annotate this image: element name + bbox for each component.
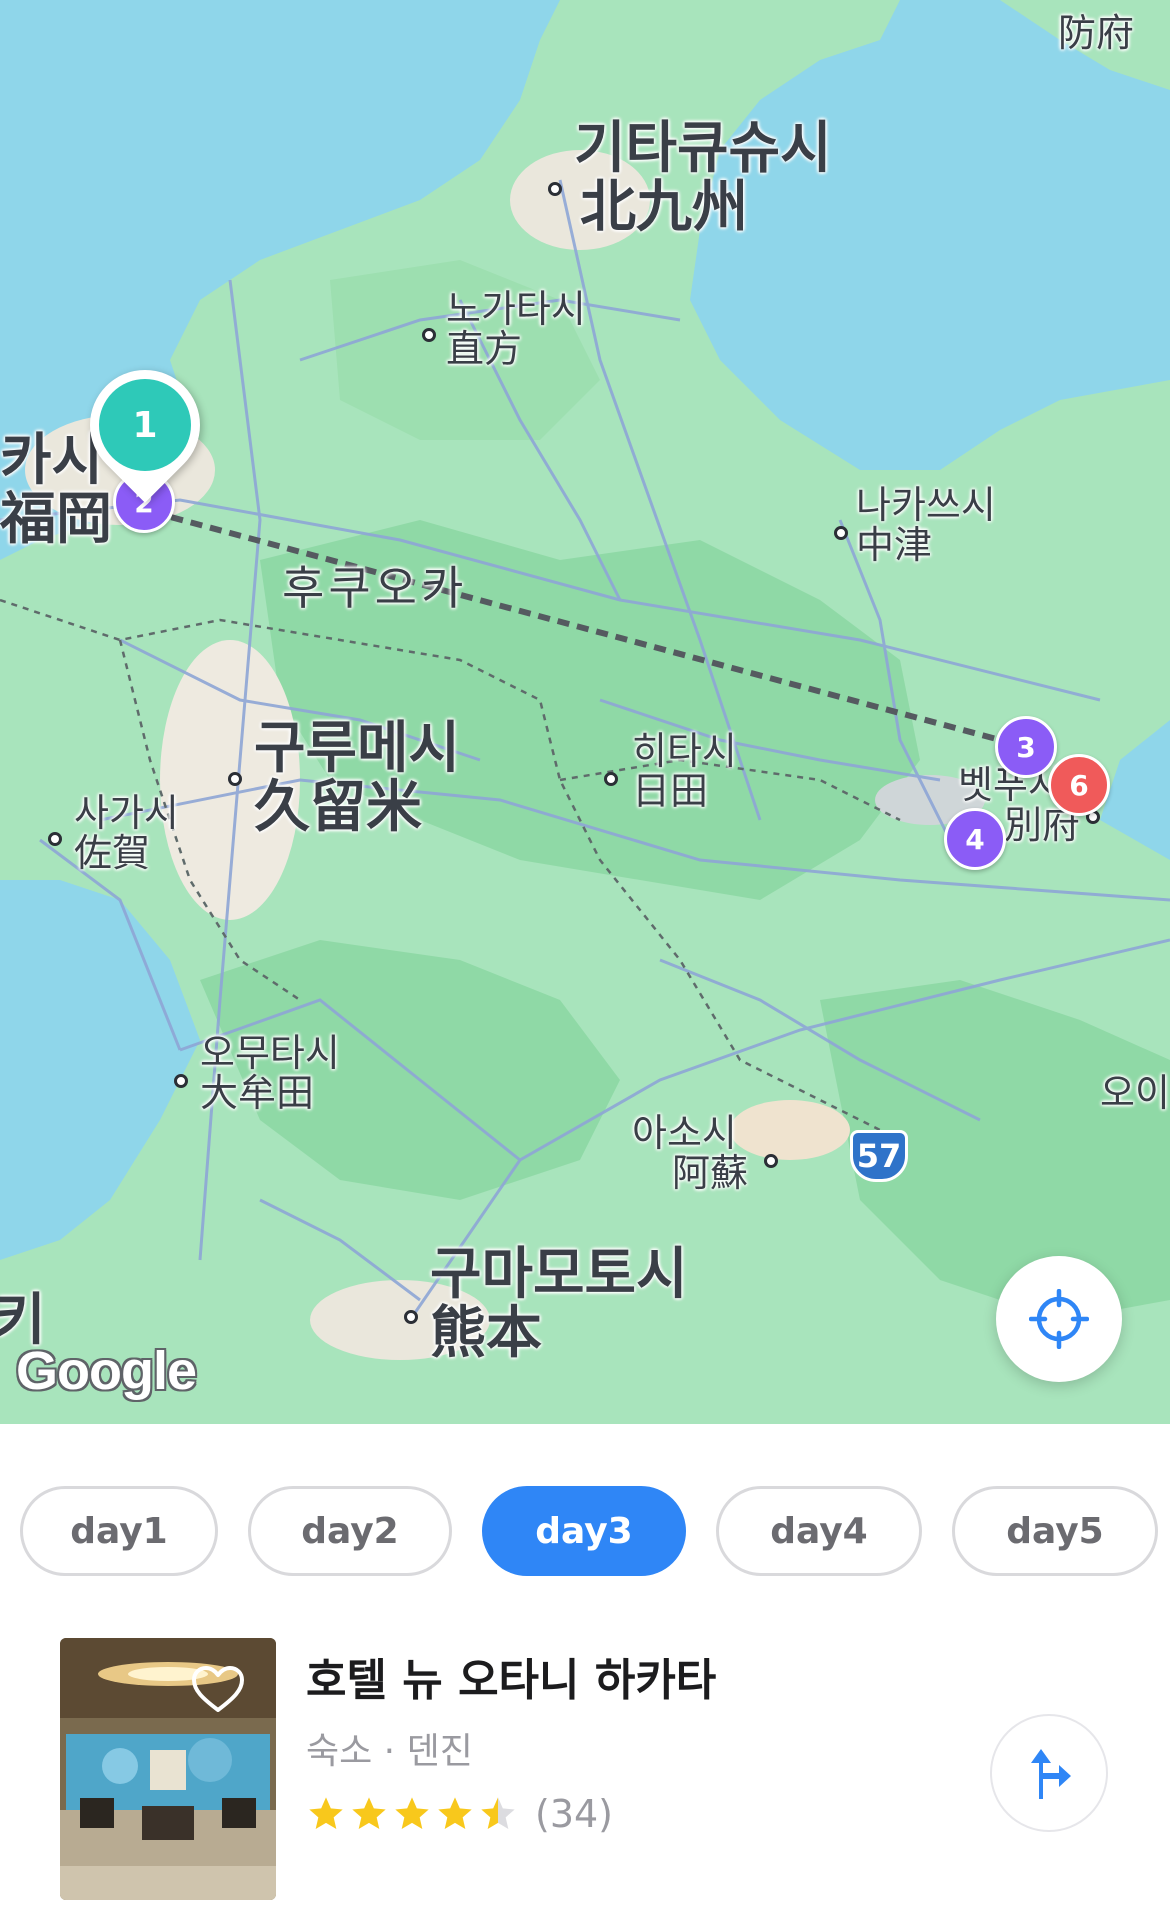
place-name[interactable]: 호텔 뉴 오타니 하카타: [306, 1644, 716, 1708]
place-thumbnail[interactable]: [60, 1638, 276, 1900]
city-dot-kitakyushu: [548, 182, 562, 196]
marker-label: 6: [1069, 768, 1089, 802]
tab-day3[interactable]: day3: [482, 1486, 686, 1576]
route-57-label: 57: [856, 1137, 902, 1175]
city-label-nogata: 노가타시 直方: [446, 287, 586, 371]
city-label-saga: 사가시 佐賀: [74, 791, 179, 875]
tab-label: day4: [770, 1510, 868, 1552]
marker-label: 1: [132, 404, 158, 446]
place-card[interactable]: 호텔 뉴 오타니 하카타 숙소 · 덴진 (34): [0, 1584, 1170, 1928]
crosshair-icon: [1029, 1289, 1089, 1349]
city-label-hofu: 防府: [1058, 11, 1135, 55]
city-dot-nakatsu: [834, 526, 848, 540]
city-label-aso: 아소시 阿蘇: [632, 1111, 749, 1195]
tab-label: day5: [1006, 1510, 1104, 1552]
tab-label: day2: [301, 1510, 399, 1552]
review-count: (34): [535, 1792, 614, 1836]
tab-day1[interactable]: day1: [20, 1486, 218, 1576]
star-full-icon: [395, 1797, 429, 1829]
tab-label: day3: [535, 1510, 633, 1552]
city-dot-aso: [764, 1154, 778, 1168]
place-category-area: 숙소 · 덴진: [306, 1731, 473, 1772]
star-full-icon: [438, 1797, 472, 1829]
city-label-fukuoka-prefecture: 후쿠오카: [282, 561, 468, 615]
rating-row: (34): [306, 1792, 613, 1836]
tab-label: day1: [70, 1510, 168, 1552]
city-dot-kumamoto: [404, 1310, 418, 1324]
locate-me-button[interactable]: [996, 1256, 1122, 1382]
city-dot-hita: [604, 772, 618, 786]
itinerary-marker-4[interactable]: 4: [944, 808, 1006, 870]
tab-day2[interactable]: day2: [248, 1486, 452, 1576]
star-full-icon: [309, 1797, 343, 1829]
day-tab-bar: day1 day2 day3 day4 day5: [0, 1424, 1170, 1584]
city-label-oita-edge: 오이: [1100, 1071, 1170, 1115]
map-view[interactable]: 기타큐슈시 北九州 노가타시 直方 카시 福岡 나카쓰시 中津 후쿠오카 구루메시 久留米…: [0, 0, 1170, 1424]
city-dot-saga: [48, 832, 62, 846]
tab-day4[interactable]: day4: [716, 1486, 922, 1576]
marker-label: 3: [1016, 730, 1036, 764]
city-label-kurume: 구루메시 久留米: [254, 716, 461, 840]
heart-outline-icon[interactable]: [190, 1664, 246, 1714]
city-label-nakatsu: 나카쓰시 中津: [856, 483, 996, 567]
star-full-icon: [352, 1797, 386, 1829]
city-label-omuta: 오무타시 大牟田: [200, 1031, 340, 1115]
directions-button[interactable]: [990, 1714, 1108, 1832]
city-dot-kurume: [228, 772, 242, 786]
directions-icon: [1031, 1749, 1071, 1799]
google-logo: Google: [16, 1341, 197, 1401]
city-label-kumamoto: 구마모토시 熊本: [430, 1242, 688, 1366]
route-57-badge: 57: [850, 1130, 908, 1182]
star-half-icon: [481, 1797, 515, 1829]
city-dot-nogata: [422, 328, 436, 342]
city-dot-omuta: [174, 1074, 188, 1088]
city-label-hita: 히타시 日田: [632, 729, 737, 813]
itinerary-marker-3[interactable]: 3: [995, 716, 1057, 778]
city-label-kitakyushu: 기타큐슈시 北九州: [574, 116, 832, 240]
itinerary-marker-1[interactable]: 1: [99, 379, 191, 471]
marker-label: 4: [965, 822, 985, 856]
tab-day5[interactable]: day5: [952, 1486, 1158, 1576]
itinerary-marker-6[interactable]: 6: [1048, 754, 1110, 816]
